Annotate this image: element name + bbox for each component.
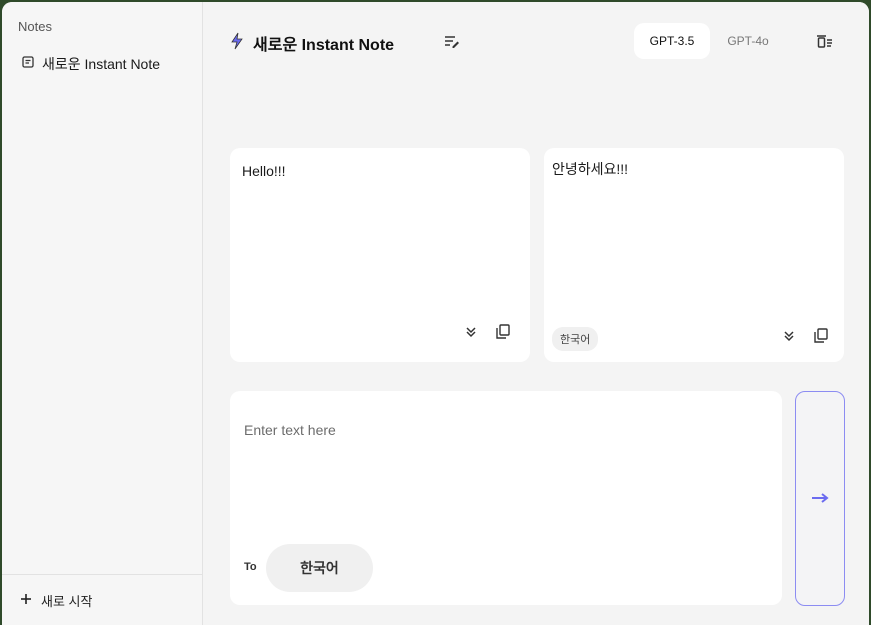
page-title: 새로운 Instant Note [253,37,395,54]
note-icon [22,55,34,73]
sidebar: Notes 새로운 Instant Note 새로 시작 [2,2,203,625]
arrow-right-icon [811,490,829,508]
top-bar: 새로운 Instant Note GPT-3.5 GPT-4o [203,2,869,82]
lightning-icon [230,32,244,55]
app-window: Notes 새로운 Instant Note 새로 시작 새로운 Instant… [2,2,869,625]
note-title-area: 새로운 Instant Note [230,31,394,55]
edit-list-icon [444,35,460,52]
translated-text: 안녕하세요!!! [552,161,629,177]
source-text: Hello!!! [242,163,286,179]
chevron-double-down-icon [783,329,795,347]
language-badge: 한국어 [552,327,599,351]
translation-result-card: 안녕하세요!!! 한국어 [544,148,844,362]
to-label: To [244,561,257,573]
main-panel: 새로운 Instant Note GPT-3.5 GPT-4o Hello!!!… [203,2,869,625]
input-card[interactable]: Enter text here To 한국어 [230,391,782,605]
sidebar-item-note[interactable]: 새로운 Instant Note [22,54,160,74]
new-start-label: 새로 시작 [41,594,93,609]
sidebar-footer: 새로 시작 [2,574,202,625]
target-language-select[interactable]: 한국어 [266,544,373,592]
plus-icon [20,592,32,610]
chevron-double-down-icon [465,325,477,343]
rename-button[interactable] [444,34,460,53]
expand-button[interactable] [781,330,797,346]
source-text-card: Hello!!! [230,148,530,362]
text-input[interactable]: Enter text here [244,422,336,438]
delete-button[interactable] [816,34,833,53]
translate-button[interactable] [795,391,845,606]
sidebar-title: Notes [18,19,52,34]
trash-icon [816,35,833,52]
sidebar-item-label: 새로운 Instant Note [42,56,161,72]
copy-button[interactable] [494,324,512,344]
new-start-button[interactable]: 새로 시작 [20,591,92,610]
model-option-gpt35[interactable]: GPT-3.5 [634,23,710,59]
copy-icon [814,328,828,348]
copy-icon [496,324,510,344]
model-option-gpt4o[interactable]: GPT-4o [710,23,786,59]
model-toggle: GPT-3.5 GPT-4o [634,23,786,59]
copy-button[interactable] [812,328,830,348]
expand-button[interactable] [463,326,479,342]
